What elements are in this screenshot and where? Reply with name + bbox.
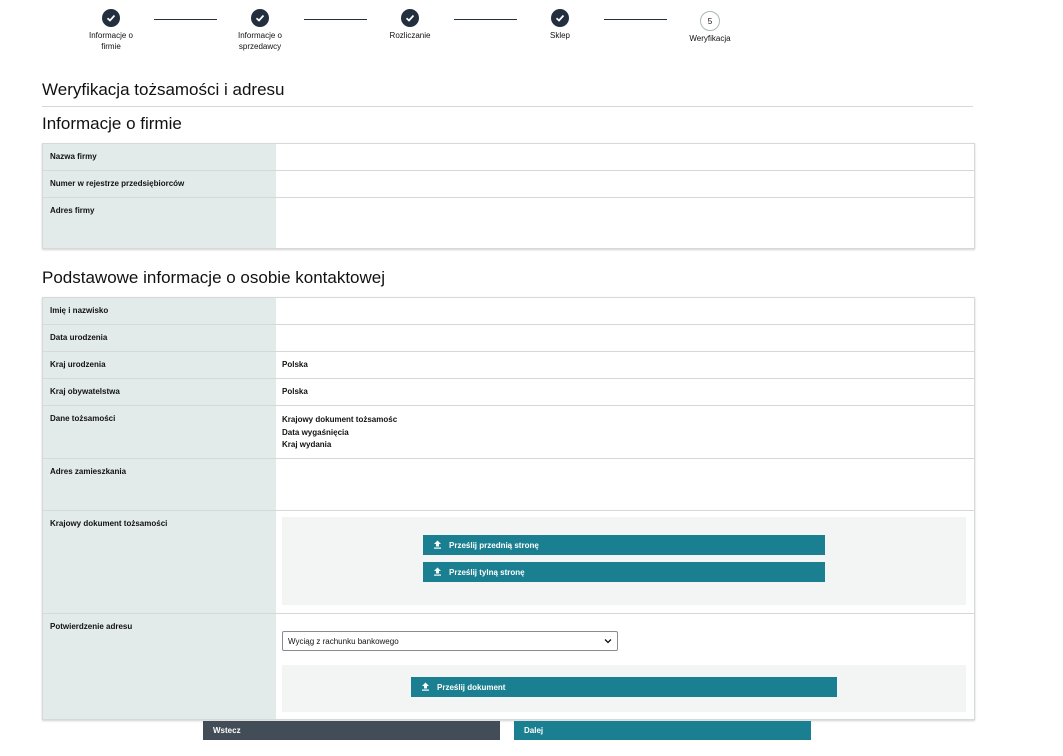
step-connector bbox=[454, 19, 517, 20]
company-name-row: Nazwa firmy bbox=[43, 144, 974, 170]
row-value: Polska bbox=[282, 360, 308, 369]
row-label: Dane tożsamości bbox=[43, 406, 276, 458]
row-value bbox=[276, 144, 974, 170]
step-label: Informacje o sprzedawcy bbox=[237, 31, 283, 51]
row-value: Polska bbox=[282, 387, 308, 396]
row-value: Krajowy dokument tożsamośc Data wygaśnię… bbox=[276, 406, 974, 458]
upload-icon bbox=[421, 682, 430, 693]
row-label: Potwierdzenie adresu bbox=[43, 614, 276, 719]
company-info-table: Nazwa firmy Numer w rejestrze przedsiębi… bbox=[42, 143, 975, 249]
chevron-down-icon bbox=[604, 637, 612, 647]
row-value: Prześlij przednią stronę Prześlij tylną … bbox=[276, 511, 974, 613]
select-value: Wyciąg z rachunku bankowego bbox=[288, 636, 399, 646]
citizenship-row: Kraj obywatelstwa Polska bbox=[43, 378, 974, 405]
contact-info-table: Imię i nazwisko Data urodzenia Kraj urod… bbox=[42, 297, 975, 720]
birth-date-row: Data urodzenia bbox=[43, 324, 974, 351]
row-label: Kraj obywatelstwa bbox=[43, 379, 276, 405]
step-label: Weryfikacja bbox=[689, 34, 731, 43]
contact-section-title: Podstawowe informacje o osobie kontaktow… bbox=[42, 268, 386, 287]
row-label: Kraj urodzenia bbox=[43, 352, 276, 378]
upload-document-label: Prześlij dokument bbox=[437, 682, 506, 692]
next-button[interactable]: Dalej bbox=[514, 721, 811, 740]
address-proof-row: Potwierdzenie adresu Wyciąg z rachunku b… bbox=[43, 613, 974, 719]
step-label: Rozliczanie bbox=[389, 31, 431, 40]
row-value bbox=[276, 171, 974, 197]
step-billing: Rozliczanie bbox=[360, 9, 460, 41]
step-label: Sklep bbox=[549, 31, 570, 40]
address-proof-select[interactable]: Wyciąg z rachunku bankowego bbox=[282, 631, 618, 651]
row-label: Krajowy dokument tożsamości bbox=[43, 511, 276, 613]
step-connector bbox=[154, 19, 217, 20]
upload-icon bbox=[433, 540, 442, 551]
row-label: Adres zamieszkania bbox=[43, 459, 276, 510]
upload-back-label: Prześlij tylną stronę bbox=[449, 567, 525, 577]
id-upload-area: Prześlij przednią stronę Prześlij tylną … bbox=[282, 517, 966, 605]
checkmark-icon bbox=[401, 9, 419, 27]
step-label: Informacje o firmie bbox=[88, 31, 134, 51]
row-label: Nazwa firmy bbox=[43, 144, 276, 170]
step-verification: 5 Weryfikacja bbox=[660, 9, 760, 44]
step-company-info: Informacje o firmie bbox=[61, 9, 161, 52]
identity-data-row: Dane tożsamości Krajowy dokument tożsamo… bbox=[43, 405, 974, 458]
address-upload-area: Prześlij dokument bbox=[282, 665, 966, 712]
upload-back-button[interactable]: Prześlij tylną stronę bbox=[423, 562, 825, 582]
row-value: Wyciąg z rachunku bankowego Prześlij dok… bbox=[276, 614, 974, 719]
row-value bbox=[276, 325, 974, 351]
id-document-upload-row: Krajowy dokument tożsamości Prześlij prz… bbox=[43, 510, 974, 613]
company-section-title: Informacje o firmie bbox=[42, 114, 182, 133]
row-value bbox=[276, 298, 974, 324]
back-button[interactable]: Wstecz bbox=[203, 721, 500, 740]
upload-front-button[interactable]: Prześlij przednią stronę bbox=[423, 535, 825, 555]
step-connector bbox=[604, 19, 667, 20]
step-seller-info: Informacje o sprzedawcy bbox=[210, 9, 310, 52]
row-label: Numer w rejestrze przedsiębiorców bbox=[43, 171, 276, 197]
progress-stepper: Informacje o firmie Informacje o sprzedawc… bbox=[0, 0, 1063, 60]
id-document-line: Krajowy dokument tożsamośc bbox=[282, 415, 398, 424]
step-number-badge: 5 bbox=[700, 11, 720, 31]
upload-icon bbox=[433, 567, 442, 578]
checkmark-icon bbox=[102, 9, 120, 27]
row-label: Adres firmy bbox=[43, 198, 276, 248]
page-title: Weryfikacja tożsamości i adresu bbox=[42, 80, 973, 107]
checkmark-icon bbox=[551, 9, 569, 27]
upload-front-label: Prześlij przednią stronę bbox=[449, 540, 539, 550]
row-label: Imię i nazwisko bbox=[43, 298, 276, 324]
full-name-row: Imię i nazwisko bbox=[43, 298, 974, 324]
row-value bbox=[276, 459, 974, 510]
row-value bbox=[276, 198, 974, 248]
company-address-row: Adres firmy bbox=[43, 197, 974, 248]
expiry-date-line: Data wygaśnięcia bbox=[282, 427, 349, 437]
step-connector bbox=[304, 19, 367, 20]
checkmark-icon bbox=[251, 9, 269, 27]
registry-number-row: Numer w rejestrze przedsiębiorców bbox=[43, 170, 974, 197]
step-store: Sklep bbox=[510, 9, 610, 41]
row-label: Data urodzenia bbox=[43, 325, 276, 351]
birth-country-row: Kraj urodzenia Polska bbox=[43, 351, 974, 378]
issuing-country-line: Kraj wydania bbox=[282, 440, 332, 449]
residence-address-row: Adres zamieszkania bbox=[43, 458, 974, 510]
upload-document-button[interactable]: Prześlij dokument bbox=[411, 677, 837, 697]
